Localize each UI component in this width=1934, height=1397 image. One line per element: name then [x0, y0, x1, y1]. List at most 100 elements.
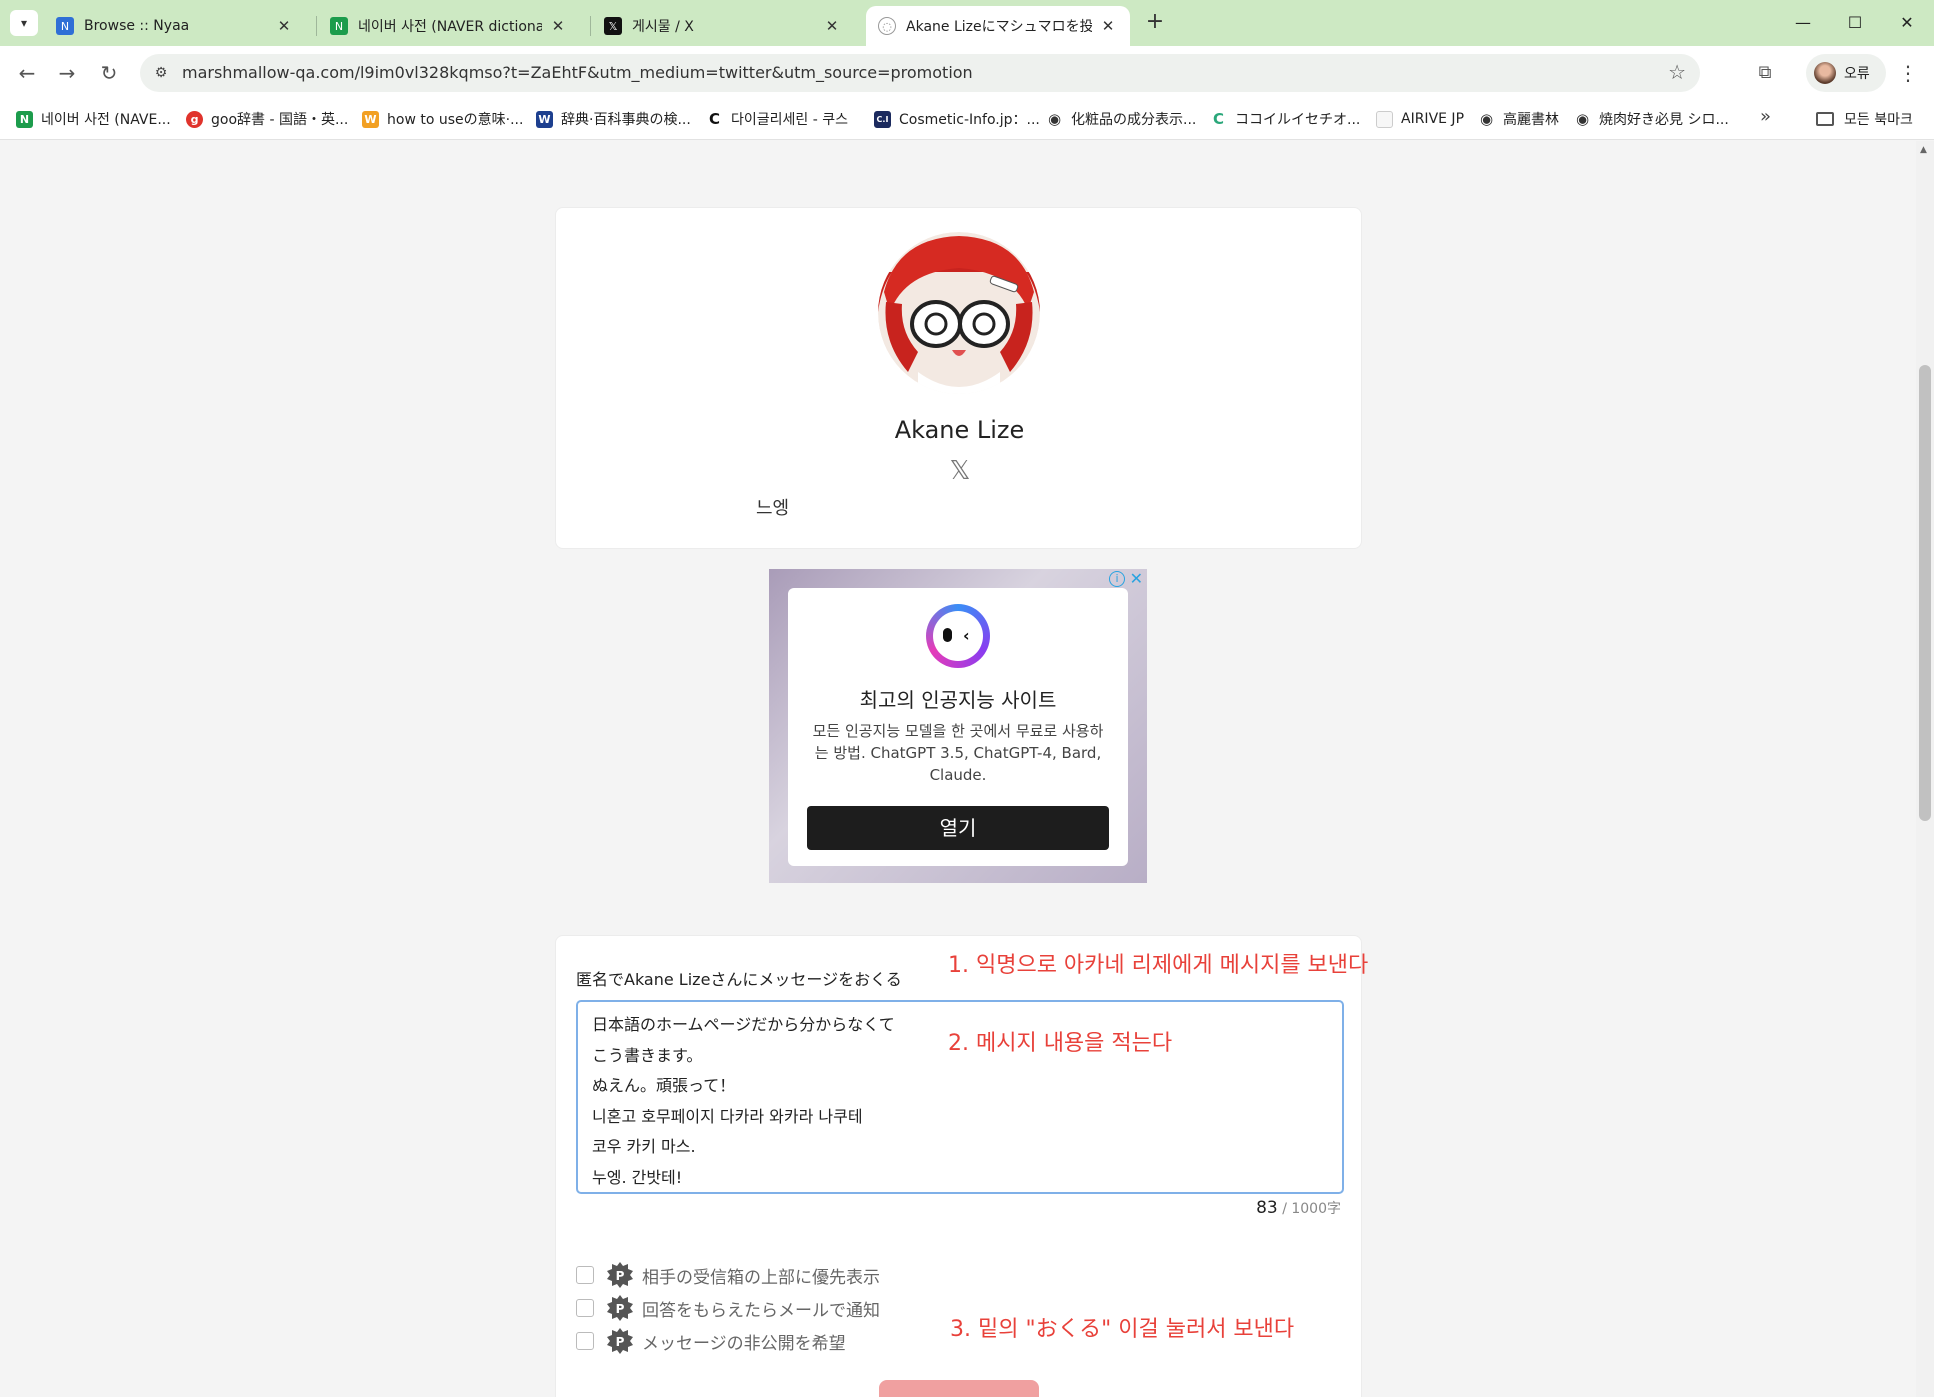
double-chevron-right-icon: »	[1760, 106, 1772, 127]
puzzle-icon: ⧉	[1758, 62, 1772, 83]
new-tab-button[interactable]: +	[1142, 10, 1168, 36]
bookmark-star-icon[interactable]: ☆	[1668, 60, 1686, 84]
more-vert-icon: ⋮	[1898, 61, 1918, 85]
profile-label: 오류	[1844, 66, 1870, 82]
ad-open-button[interactable]: 열기	[807, 806, 1109, 850]
svg-text:P: P	[616, 1335, 625, 1349]
bookmark-label: Cosmetic-Info.jp：...	[899, 112, 1040, 128]
page-icon	[1376, 110, 1393, 128]
premium-badge-icon: P	[606, 1294, 634, 1322]
bookmark-label: 高麗書林	[1503, 112, 1559, 128]
reload-icon: ↻	[100, 61, 118, 85]
priority-checkbox[interactable]	[576, 1266, 594, 1284]
page-scrollbar[interactable]: ▲	[1916, 141, 1934, 1397]
send-button[interactable]	[879, 1380, 1039, 1397]
svg-text:P: P	[616, 1269, 625, 1283]
plus-icon: +	[1145, 9, 1165, 34]
globe-icon: ◉	[1479, 110, 1494, 128]
ad-info-icon[interactable]: i	[1109, 571, 1125, 587]
url-text[interactable]: marshmallow-qa.com/l9im0vl328kqmso?t=ZaE…	[182, 63, 973, 82]
chevron-down-icon: ▾	[20, 16, 28, 30]
tab-x-post[interactable]: 𝕏 게시물 / X ✕	[592, 6, 854, 46]
bookmark-item[interactable]: W how to useの意味·...	[362, 98, 523, 140]
bookmark-item[interactable]: ◉ 高麗書林	[1478, 98, 1559, 140]
ad-title: 최고의 인공지능 사이트	[859, 688, 1057, 712]
bookmark-item[interactable]: W 辞典·百科事典の検...	[536, 98, 691, 140]
w-icon: W	[362, 110, 379, 128]
svg-text:P: P	[616, 1302, 625, 1316]
scroll-up-icon[interactable]: ▲	[1920, 145, 1927, 155]
profile-card: Akane Lize 𝕏 느엥	[555, 207, 1362, 549]
maximize-button[interactable]: ☐	[1832, 8, 1878, 38]
premium-badge-icon: P	[606, 1327, 634, 1355]
email-notify-checkbox[interactable]	[576, 1299, 594, 1317]
bookmark-label: goo辞書 - 国語・英...	[211, 112, 349, 128]
bookmark-item[interactable]: C.I Cosmetic-Info.jp：...	[874, 98, 1040, 140]
tab-naver-dictionary[interactable]: N 네이버 사전 (NAVER dictionary ✕	[318, 6, 580, 46]
bookmark-label: 다이글리세린 - 쿠스	[731, 112, 848, 128]
user-name: Akane Lize	[894, 416, 1025, 444]
ad-close-icon[interactable]: ✕	[1130, 569, 1143, 588]
bookmark-label: how to useの意味·...	[387, 112, 524, 128]
tab-nyaa[interactable]: N Browse :: Nyaa ✕	[44, 6, 306, 46]
naver-icon: N	[16, 110, 33, 128]
address-bar[interactable]: ⚙ marshmallow-qa.com/l9im0vl328kqmso?t=Z…	[140, 54, 1700, 92]
all-bookmarks-button[interactable]: 모든 북마크	[1816, 98, 1913, 140]
option-label: メッセージの非公開を希望	[642, 1333, 846, 1354]
naver-icon: N	[330, 17, 348, 35]
bookmark-item[interactable]: C 다이글리세린 - 쿠스	[706, 98, 848, 140]
close-icon[interactable]: ✕	[274, 17, 294, 35]
c-icon: C	[708, 110, 720, 128]
char-counter: 83 / 1000字	[1256, 1198, 1341, 1218]
globe-icon: ◉	[1047, 110, 1062, 128]
globe-icon: ◉	[1575, 110, 1590, 128]
site-info-icon[interactable]: ⚙	[150, 62, 172, 84]
annotation-step-1: 1. 익명으로 아카네 리제에게 메시지를 보낸다	[948, 953, 1369, 978]
tab-search-button[interactable]: ▾	[10, 10, 38, 36]
ad-content: ‹ 최고의 인공지능 사이트 모든 인공지능 모델을 한 곳에서 무료로 사용하…	[788, 588, 1128, 866]
bookmark-item[interactable]: AIRIVE JP	[1376, 98, 1464, 140]
bookmark-label: 네이버 사전 (NAVE...	[41, 112, 171, 128]
bookmark-label: ココイルイセチオ...	[1235, 112, 1361, 128]
close-icon[interactable]: ✕	[822, 17, 842, 35]
close-icon[interactable]: ✕	[548, 17, 568, 35]
bookmarks-bar: N 네이버 사전 (NAVE... g goo辞書 - 国語・英... W ho…	[0, 98, 1934, 140]
tab-title: Browse :: Nyaa	[84, 18, 190, 34]
close-icon[interactable]: ✕	[1098, 17, 1118, 35]
maximize-icon: ☐	[1847, 13, 1863, 32]
arrow-left-icon: ←	[18, 61, 36, 85]
nyaa-icon: N	[56, 17, 74, 35]
bookmark-item[interactable]: C ココイルイセチオ...	[1210, 98, 1360, 140]
ci-icon: C.I	[874, 110, 891, 128]
forward-button[interactable]: →	[52, 58, 82, 88]
tab-marshmallow-active[interactable]: ◌ Akane Lizeにマシュマロを投げ ✕	[866, 6, 1130, 46]
profile-button[interactable]: 오류	[1806, 54, 1886, 92]
bookmark-item[interactable]: ◉ 化粧品の成分表示...	[1046, 98, 1196, 140]
tab-title: Akane Lizeにマシュマロを投げ	[906, 19, 1092, 35]
option-label: 相手の受信箱の上部に優先表示	[642, 1267, 880, 1288]
reload-button[interactable]: ↻	[94, 58, 124, 88]
menu-button[interactable]: ⋮	[1896, 58, 1920, 88]
option-email-notify[interactable]: P 回答をもらえたらメールで通知	[576, 1295, 880, 1321]
x-profile-link-icon[interactable]: 𝕏	[947, 456, 973, 486]
bookmark-label: 化粧品の成分表示...	[1071, 112, 1197, 128]
minimize-icon: —	[1795, 13, 1811, 32]
c-green-icon: C	[1212, 110, 1224, 128]
goo-icon: g	[186, 110, 203, 128]
advertisement: i ✕ ‹ 최고의 인공지능 사이트 모든 인공지능 모델을 한 곳에서 무료로…	[769, 569, 1147, 883]
ad-description: 모든 인공지능 모델을 한 곳에서 무료로 사용하는 방법. ChatGPT 3…	[812, 722, 1104, 784]
private-checkbox[interactable]	[576, 1332, 594, 1350]
back-button[interactable]: ←	[12, 58, 42, 88]
extensions-button[interactable]: ⧉	[1750, 58, 1780, 88]
bookmark-item[interactable]: N 네이버 사전 (NAVE...	[16, 98, 171, 140]
minimize-button[interactable]: —	[1780, 8, 1826, 38]
close-window-button[interactable]: ✕	[1884, 8, 1930, 38]
bookmark-item[interactable]: ◉ 焼肉好き必見 シロ...	[1574, 98, 1729, 140]
option-priority-display[interactable]: P 相手の受信箱の上部に優先表示	[576, 1262, 880, 1288]
scrollbar-thumb[interactable]	[1919, 365, 1931, 821]
more-bookmarks-button[interactable]: »	[1760, 106, 1771, 127]
annotation-step-3: 3. 밑의 "おくる" 이걸 눌러서 보낸다	[950, 1317, 1295, 1342]
bookmark-item[interactable]: g goo辞書 - 国語・英...	[186, 98, 348, 140]
option-private-message[interactable]: P メッセージの非公開を希望	[576, 1328, 846, 1354]
premium-badge-icon: P	[606, 1261, 634, 1289]
